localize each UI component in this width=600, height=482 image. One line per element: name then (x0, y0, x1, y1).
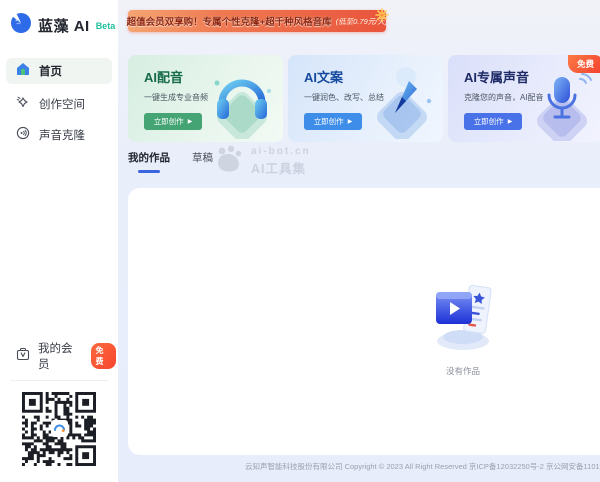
sidebar: 蓝藻 AI Beta 首页 创作空间 声音克隆 (0, 0, 118, 482)
card-title: AI文案 (304, 67, 343, 86)
membership-icon (16, 347, 30, 366)
home-icon (16, 62, 30, 81)
arrow-icon: ▶ (188, 118, 193, 125)
no-works-illustration (426, 272, 500, 357)
card-subtitle: 一键生成专业音频 (144, 92, 208, 103)
voice-wave-icon (16, 126, 30, 145)
sparkle-icon (16, 95, 30, 114)
watermark-line1: ai-bot.cn (251, 146, 311, 157)
works-tabs: 我的作品 草稿 (128, 150, 213, 173)
sidebar-item-creation-space[interactable]: 创作空间 (6, 91, 112, 117)
create-now-button[interactable]: 立即创作▶ (144, 113, 202, 130)
sidebar-divider (10, 380, 108, 381)
sidebar-item-membership[interactable]: 我的会员 免费 (6, 344, 116, 368)
arrow-icon: ▶ (508, 118, 513, 125)
membership-label: 我的会员 (38, 340, 83, 372)
card-title: AI专属声音 (464, 67, 529, 86)
sidebar-item-voice-clone[interactable]: 声音克隆 (6, 122, 112, 148)
beta-tag: Beta (96, 21, 116, 31)
app-logo-icon (10, 12, 32, 39)
pen-illustration (365, 61, 439, 142)
qr-center-logo (51, 420, 68, 437)
sidebar-item-label: 首页 (39, 63, 62, 79)
card-ai-exclusive-voice[interactable]: 免费 AI专属声音 克隆您的声音，AI配音 立即创作▶ (448, 55, 600, 142)
tab-drafts[interactable]: 草稿 (192, 150, 213, 173)
empty-state: 没有作品 (128, 272, 600, 377)
firework-icon (374, 7, 390, 28)
promo-banner-text: 超值会员双享购！专属个性克隆+超千种风格音库 (127, 14, 332, 28)
arrow-icon: ▶ (348, 118, 353, 125)
watermark-line2: AI工具集 (251, 158, 311, 177)
sidebar-item-label: 声音克隆 (39, 127, 85, 143)
card-title: AI配音 (144, 67, 183, 86)
qr-code (22, 392, 96, 466)
headphones-illustration (205, 61, 279, 142)
paw-icon (214, 145, 244, 178)
app-title: 蓝藻 AI (38, 15, 90, 36)
card-ai-dubbing[interactable]: AI配音 一键生成专业音频 立即创作▶ (128, 55, 283, 142)
promo-banner[interactable]: 超值会员双享购！专属个性克隆+超千种风格音库 (低至0.79元/天) (128, 10, 386, 32)
empty-state-text: 没有作品 (446, 365, 480, 377)
create-now-button[interactable]: 立即创作▶ (304, 113, 362, 130)
app-logo[interactable]: 蓝藻 AI Beta (10, 12, 115, 39)
sidebar-item-label: 创作空间 (39, 96, 85, 112)
tab-my-works[interactable]: 我的作品 (128, 150, 170, 173)
sidebar-item-home[interactable]: 首页 (6, 58, 112, 84)
create-now-button[interactable]: 立即创作▶ (464, 113, 522, 130)
microphone-illustration (525, 69, 599, 142)
card-ai-copywriting[interactable]: AI文案 一键润色、改写、总结 立即创作▶ (288, 55, 443, 142)
footer-copyright: 云知声智能科技股份有限公司 Copyright © 2023 All Right… (128, 461, 600, 472)
watermark: ai-bot.cn AI工具集 (214, 145, 311, 178)
membership-free-badge: 免费 (91, 343, 116, 369)
works-panel: 没有作品 (128, 188, 600, 455)
